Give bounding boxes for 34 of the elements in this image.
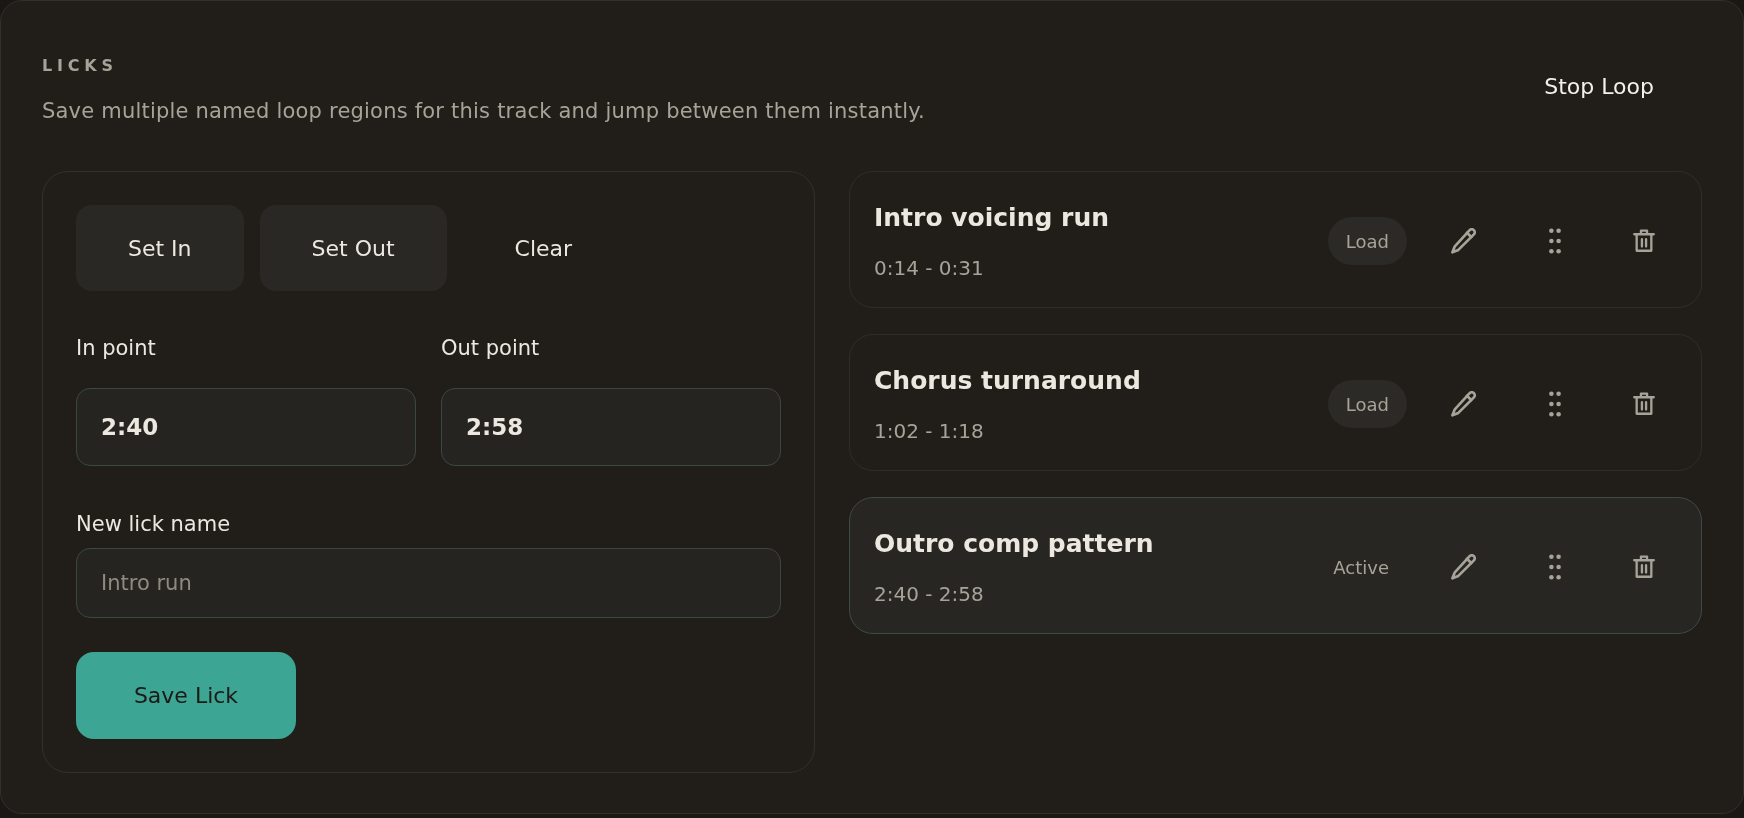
grip-dots-icon[interactable] [1549,554,1561,580]
grip-dots-icon[interactable] [1549,228,1561,254]
lick-time-range: 0:14 - 0:31 [874,255,985,281]
pencil-icon[interactable] [1451,554,1477,580]
set-out-button[interactable]: Set Out [259,205,447,291]
field-label: In point [76,335,157,361]
clear-button[interactable]: Clear [462,205,625,291]
time-input[interactable]: 2:40 [76,388,416,466]
name-input[interactable]: Intro run [76,548,781,618]
section-description: Save multiple named loop regions for this track and jump between them instantly. [42,98,925,125]
trash-icon[interactable] [1633,228,1655,254]
lick-name: Intro voicing run [874,202,1110,234]
time-input[interactable]: 2:58 [441,388,781,466]
section-title: LICKS [42,55,119,77]
field-label: New lick name [76,511,232,537]
status-label: Active [1332,555,1390,580]
lick-name: Outro comp pattern [874,528,1155,560]
lick-card[interactable]: Outro comp pattern 2:40 - 2:58 Active [849,497,1702,634]
load-button[interactable]: Load [1327,217,1407,265]
lick-name: Chorus turnaround [874,365,1142,397]
trash-icon[interactable] [1633,554,1655,580]
trash-icon[interactable] [1633,391,1655,417]
set-in-button[interactable]: Set In [76,205,244,291]
stop-loop-button[interactable]: Stop Loop [1496,58,1702,114]
lick-card[interactable]: Chorus turnaround 1:02 - 1:18 Load [849,334,1702,471]
lick-card[interactable]: Intro voicing run 0:14 - 0:31 Load [849,171,1702,308]
save-button[interactable]: Save Lick [76,652,296,739]
lick-time-range: 2:40 - 2:58 [874,581,985,607]
load-button[interactable]: Load [1327,380,1407,428]
field-label: Out point [441,335,541,361]
pencil-icon[interactable] [1451,228,1477,254]
grip-dots-icon[interactable] [1549,391,1561,417]
pencil-icon[interactable] [1451,391,1477,417]
lick-time-range: 1:02 - 1:18 [874,418,985,444]
